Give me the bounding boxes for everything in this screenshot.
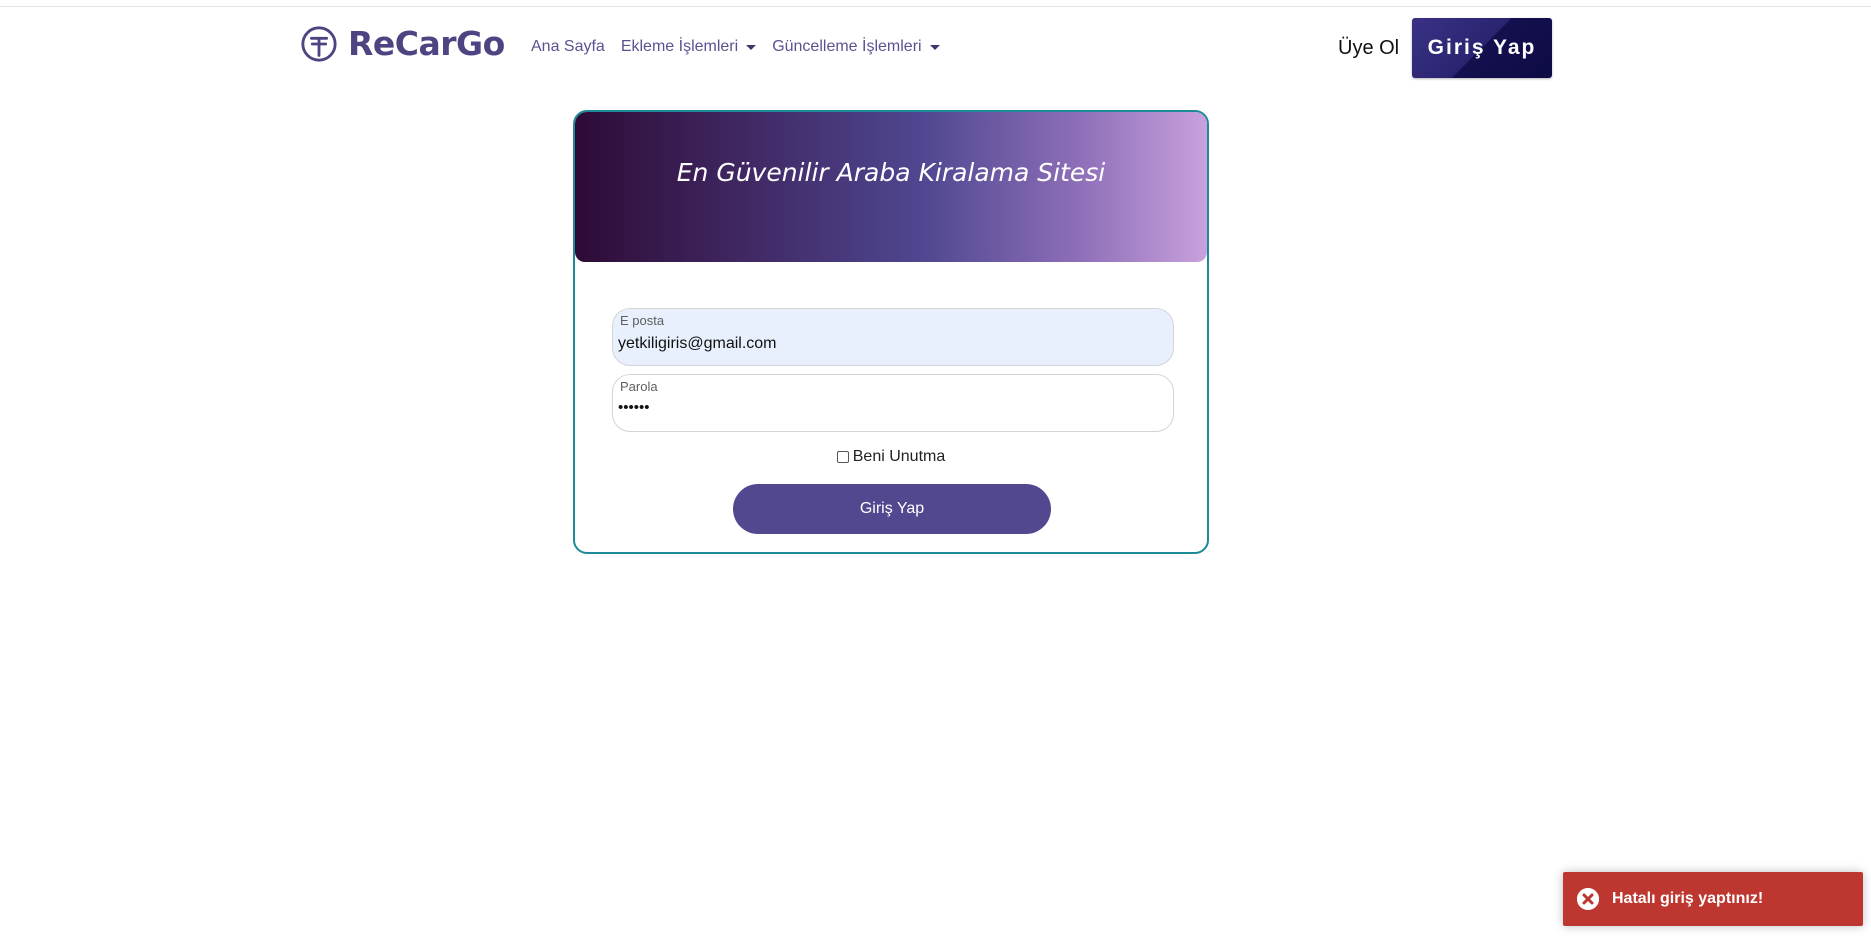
signup-link[interactable]: Üye Ol xyxy=(1338,37,1399,60)
login-card-title: En Güvenilir Araba Kiralama Sitesi xyxy=(676,158,1106,187)
chevron-down-icon xyxy=(746,44,757,50)
error-toast[interactable]: Hatalı giriş yaptınız! xyxy=(1563,872,1863,926)
nav-link-home[interactable]: Ana Sayfa xyxy=(531,38,605,56)
login-nav-button[interactable]: Giriş Yap xyxy=(1412,18,1552,78)
password-field[interactable]: Parola •••••• xyxy=(612,374,1174,432)
turkish-lira-logo-icon xyxy=(301,25,337,62)
login-submit-label: Giriş Yap xyxy=(859,500,925,517)
password-field-label: Parola xyxy=(620,379,658,394)
close-circle-icon xyxy=(1577,888,1599,910)
nav-dropdown-update-label: Güncelleme İşlemleri xyxy=(772,38,922,55)
login-card-header: En Güvenilir Araba Kiralama Sitesi xyxy=(575,112,1207,262)
nav-link-home-label: Ana Sayfa xyxy=(531,38,605,55)
login-nav-button-label: Giriş Yap xyxy=(1427,36,1537,59)
nav-dropdown-update-operations[interactable]: Güncelleme İşlemleri xyxy=(772,38,940,56)
chevron-down-icon xyxy=(929,44,940,50)
login-submit-button[interactable]: Giriş Yap xyxy=(733,484,1051,534)
remember-me: Beni Unutma xyxy=(575,448,1207,466)
nav-links: Ana Sayfa Ekleme İşlemleri Güncelleme İş… xyxy=(531,38,956,56)
nav-dropdown-add-label: Ekleme İşlemleri xyxy=(620,38,739,55)
error-toast-message: Hatalı giriş yaptınız! xyxy=(1612,890,1764,907)
email-field[interactable]: E posta yetkiligiris@gmail.com xyxy=(612,308,1174,366)
remember-me-label[interactable]: Beni Unutma xyxy=(853,448,946,466)
email-field-label: E posta xyxy=(620,313,665,328)
brand-name: ReCarGo xyxy=(348,24,505,63)
email-field-value: yetkiligiris@gmail.com xyxy=(618,335,777,352)
top-divider xyxy=(0,6,1871,7)
login-card: En Güvenilir Araba Kiralama Sitesi E pos… xyxy=(573,110,1209,554)
navbar: ReCarGo Ana Sayfa Ekleme İşlemleri Günce… xyxy=(300,18,1552,78)
password-field-value: •••••• xyxy=(618,399,650,416)
brand-logo[interactable]: ReCarGo xyxy=(300,24,505,63)
remember-me-checkbox[interactable] xyxy=(836,451,849,463)
nav-dropdown-add-operations[interactable]: Ekleme İşlemleri xyxy=(620,38,757,56)
